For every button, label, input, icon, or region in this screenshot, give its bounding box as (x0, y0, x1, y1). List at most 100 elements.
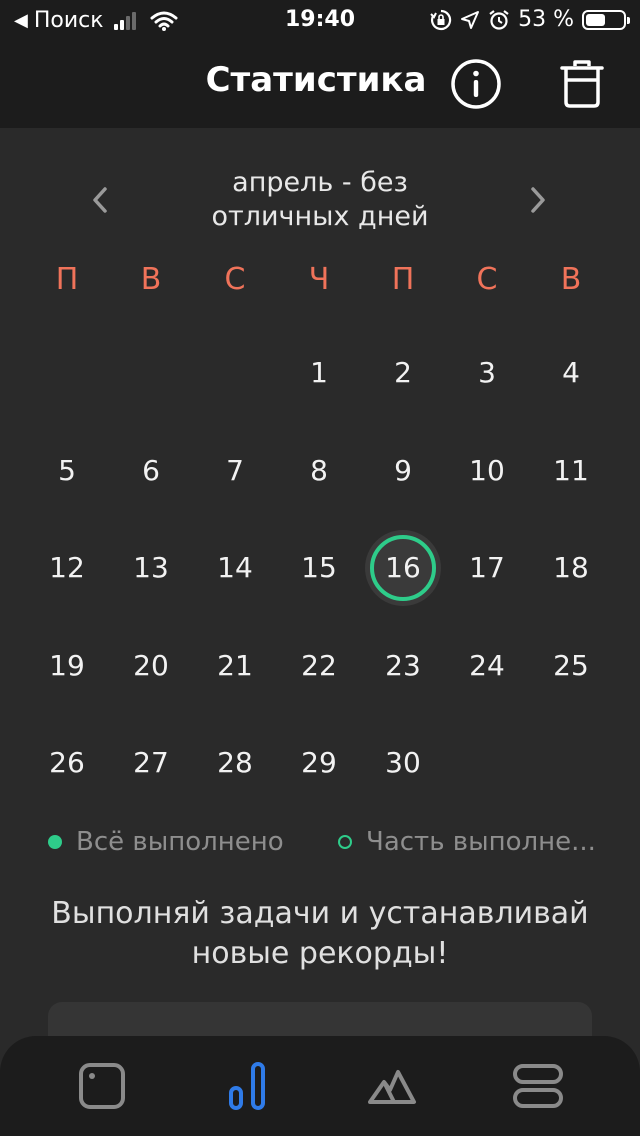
calendar-day-number: 13 (133, 551, 169, 585)
calendar-day[interactable]: 19 (25, 617, 109, 715)
calendar-day-number: 15 (301, 551, 337, 585)
calendar-day[interactable]: 27 (109, 714, 193, 812)
calendar-day[interactable]: 13 (109, 519, 193, 617)
motivation-text: Выполняй задачи и устанавливай новые рек… (20, 894, 620, 974)
calendar-day[interactable]: 15 (277, 519, 361, 617)
calendar-day-number: 4 (562, 356, 580, 390)
calendar-day-number: 21 (217, 648, 253, 682)
calendar-day-number: 27 (133, 746, 169, 780)
calendar-day[interactable]: 18 (529, 519, 613, 617)
calendar-day[interactable]: 22 (277, 617, 361, 715)
weekday-header: ПВСЧПСВ (25, 262, 613, 297)
calendar-day-number: 16 (385, 551, 421, 585)
calendar-day-number: 30 (385, 746, 421, 780)
tab-statistics[interactable] (220, 1058, 276, 1114)
status-bar: ◀ Поиск 19:40 53 % (0, 0, 640, 40)
battery-icon (582, 9, 630, 30)
calendar-day[interactable]: 24 (445, 617, 529, 715)
month-title-line2: отличных дней (211, 201, 429, 232)
location-icon (461, 10, 480, 29)
motivation-line2: новые рекорды! (191, 936, 449, 971)
month-title-line1: апрель - без (232, 167, 408, 198)
legend-partial-label: Часть выполне... (366, 827, 596, 857)
info-button[interactable] (450, 58, 502, 110)
calendar-day[interactable]: 8 (277, 422, 361, 520)
calendar-day-number: 23 (385, 648, 421, 682)
bottom-tab-bar (0, 1036, 640, 1136)
mountain-icon (368, 1070, 416, 1104)
battery-level (586, 13, 606, 26)
calendar-day-number: 1 (310, 356, 328, 390)
alarm-icon (489, 9, 509, 30)
calendar-day[interactable]: 1 (277, 324, 361, 422)
calendar-day[interactable]: 7 (193, 422, 277, 520)
calendar-day[interactable]: 3 (445, 324, 529, 422)
calendar-day-number: 7 (226, 453, 244, 487)
motivation-line1: Выполняй задачи и устанавливай (51, 896, 589, 931)
calendar-day-number: 19 (49, 648, 85, 682)
calendar-day-number: 18 (553, 551, 589, 585)
weekday-label: В (140, 262, 162, 297)
legend-partial: Часть выполне... (338, 827, 598, 857)
calendar-day[interactable]: 14 (193, 519, 277, 617)
calendar-day[interactable]: 26 (25, 714, 109, 812)
statistics-icon (229, 1062, 265, 1110)
calendar-day-today[interactable]: 16 (361, 519, 445, 617)
calendar-day-number: 11 (553, 453, 589, 487)
calendar-day-number: 8 (310, 453, 328, 487)
calendar-day-number: 26 (49, 746, 85, 780)
calendar-day-number: 5 (58, 453, 76, 487)
weekday-label: П (391, 262, 415, 297)
calendar-day[interactable]: 11 (529, 422, 613, 520)
next-month-button[interactable] (518, 178, 558, 222)
battery-percent: 53 % (518, 7, 574, 32)
weekday-label: С (224, 262, 246, 297)
month-navigation: апрель - без отличных дней (0, 160, 640, 240)
calendar-day-number: 22 (301, 648, 337, 682)
calendar-day[interactable]: 21 (193, 617, 277, 715)
calendar-day[interactable]: 6 (109, 422, 193, 520)
calendar-day-number: 2 (394, 356, 412, 390)
calendar-day[interactable]: 12 (25, 519, 109, 617)
calendar-day[interactable]: 4 (529, 324, 613, 422)
calendar-day[interactable]: 29 (277, 714, 361, 812)
calendar-blank (25, 324, 109, 422)
chevron-right-icon (531, 187, 545, 213)
calendar-day[interactable]: 23 (361, 617, 445, 715)
orientation-lock-icon (430, 9, 452, 30)
menu-icon (513, 1064, 563, 1108)
legend: Всё выполнено Часть выполне... (48, 822, 608, 862)
calendar-day-number: 20 (133, 648, 169, 682)
delete-button[interactable] (556, 58, 608, 110)
info-icon (451, 59, 501, 109)
calendar-day[interactable]: 28 (193, 714, 277, 812)
calendar-day[interactable]: 20 (109, 617, 193, 715)
page-title: Статистика (205, 60, 427, 100)
calendar-day-number: 3 (478, 356, 496, 390)
calendar-day[interactable]: 10 (445, 422, 529, 520)
filled-dot-icon (48, 835, 62, 849)
calendar-day[interactable]: 5 (25, 422, 109, 520)
calendar-blank (193, 324, 277, 422)
weekday-label: С (476, 262, 498, 297)
tab-menu[interactable] (510, 1058, 566, 1114)
calendar-day-number: 24 (469, 648, 505, 682)
legend-all-done-label: Всё выполнено (76, 827, 284, 857)
previous-month-button[interactable] (80, 178, 120, 222)
chevron-left-icon (93, 187, 107, 213)
tab-tasks[interactable] (74, 1058, 130, 1114)
calendar-day-number: 29 (301, 746, 337, 780)
weekday-label: П (55, 262, 79, 297)
calendar-day[interactable]: 2 (361, 324, 445, 422)
calendar-day[interactable]: 9 (361, 422, 445, 520)
calendar-day[interactable]: 17 (445, 519, 529, 617)
calendar-day[interactable]: 25 (529, 617, 613, 715)
calendar-grid: 1 2 3 4 5 6 7 8 9 10 11 12 13 14 15 16 17 18 19 20 21 22 23 24 2… (25, 324, 613, 812)
calendar-day[interactable]: 30 (361, 714, 445, 812)
calendar-day-number: 28 (217, 746, 253, 780)
status-right: 53 % (430, 7, 630, 32)
month-title: апрель - без отличных дней (190, 166, 450, 234)
tab-goals[interactable] (364, 1058, 420, 1114)
weekday-label: В (560, 262, 582, 297)
calendar-day-number: 25 (553, 648, 589, 682)
